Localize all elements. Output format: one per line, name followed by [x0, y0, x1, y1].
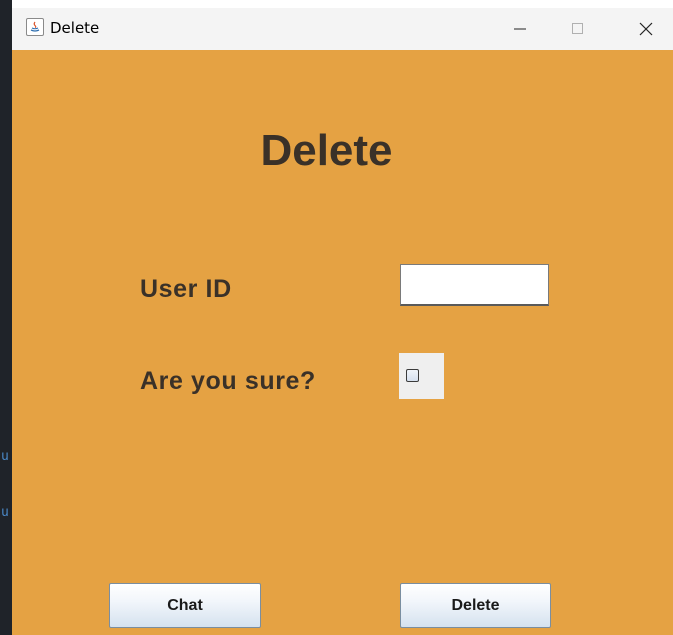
minimize-icon [514, 28, 526, 30]
maximize-button[interactable] [556, 8, 600, 50]
checkbox-box [406, 369, 419, 382]
page-title: Delete [260, 126, 393, 175]
delete-button[interactable]: Delete [400, 583, 551, 628]
user-id-label: User ID [140, 275, 232, 303]
title-bar[interactable]: Delete [12, 8, 673, 50]
user-id-input[interactable] [400, 264, 549, 306]
background-text-fragment: u [1, 505, 9, 520]
minimize-button[interactable] [498, 8, 542, 50]
java-app-icon [26, 18, 44, 36]
chat-button[interactable]: Chat [109, 583, 261, 628]
background-text-fragment: u [1, 449, 9, 464]
window-title: Delete [50, 19, 100, 37]
close-icon [639, 22, 653, 36]
background-window-edge: u u [0, 0, 12, 635]
confirm-checkbox[interactable] [399, 353, 444, 399]
delete-window: Delete Delete User ID Are you sure? Chat… [12, 8, 673, 635]
confirm-label: Are you sure? [140, 367, 316, 395]
maximize-icon [572, 23, 583, 34]
close-button[interactable] [624, 8, 668, 50]
